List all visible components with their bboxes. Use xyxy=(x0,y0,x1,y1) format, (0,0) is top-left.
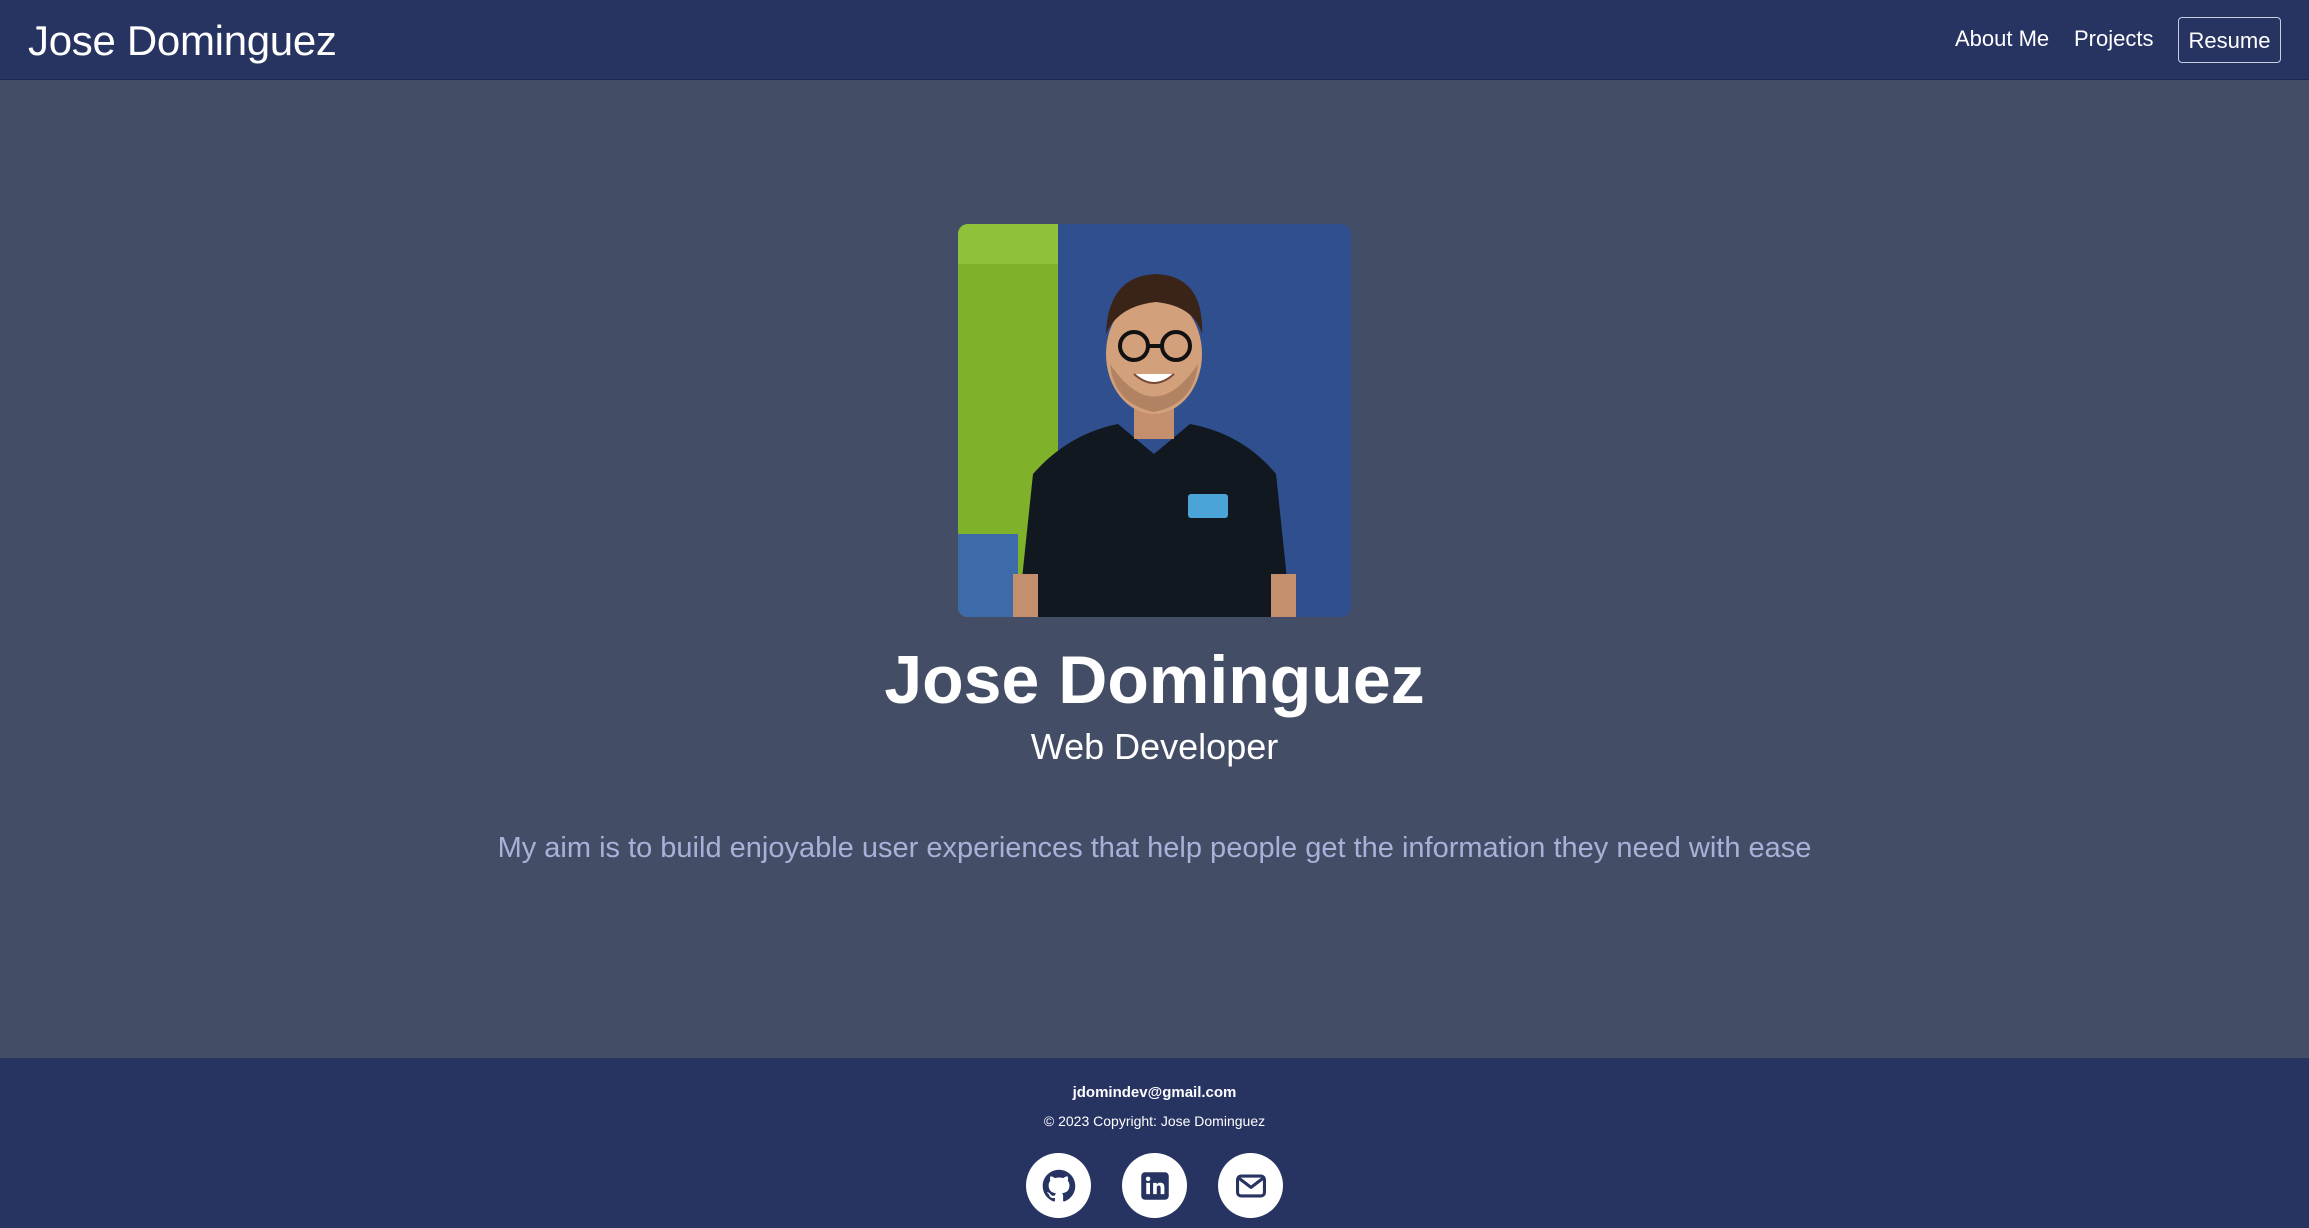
footer-email[interactable]: jdomindev@gmail.com xyxy=(0,1082,2309,1104)
linkedin-link[interactable] xyxy=(1122,1153,1187,1218)
github-icon xyxy=(1042,1169,1075,1201)
linkedin-icon xyxy=(1140,1171,1169,1200)
envelope-icon xyxy=(1235,1174,1266,1197)
brand-link[interactable]: Jose Dominguez xyxy=(28,16,337,66)
hero-role: Web Developer xyxy=(1030,726,1279,767)
nav-projects[interactable]: Projects xyxy=(2074,24,2153,54)
hero-name: Jose Dominguez xyxy=(884,642,1425,718)
github-link[interactable] xyxy=(1026,1153,1091,1218)
footer: jdomindev@gmail.com © 2023 Copyright: Jo… xyxy=(0,1058,2309,1228)
hero-section: Jose Dominguez Web Developer My aim is t… xyxy=(0,80,2309,1058)
email-link[interactable] xyxy=(1218,1153,1283,1218)
resume-button[interactable]: Resume xyxy=(2178,17,2281,63)
footer-copyright: © 2023 Copyright: Jose Dominguez xyxy=(1043,1113,1266,1129)
nav-about-me[interactable]: About Me xyxy=(1955,24,2049,54)
hero-tagline: My aim is to build enjoyable user experi… xyxy=(497,832,1812,864)
navbar: Jose Dominguez About Me Projects Resume xyxy=(0,0,2309,80)
profile-photo xyxy=(958,224,1351,617)
